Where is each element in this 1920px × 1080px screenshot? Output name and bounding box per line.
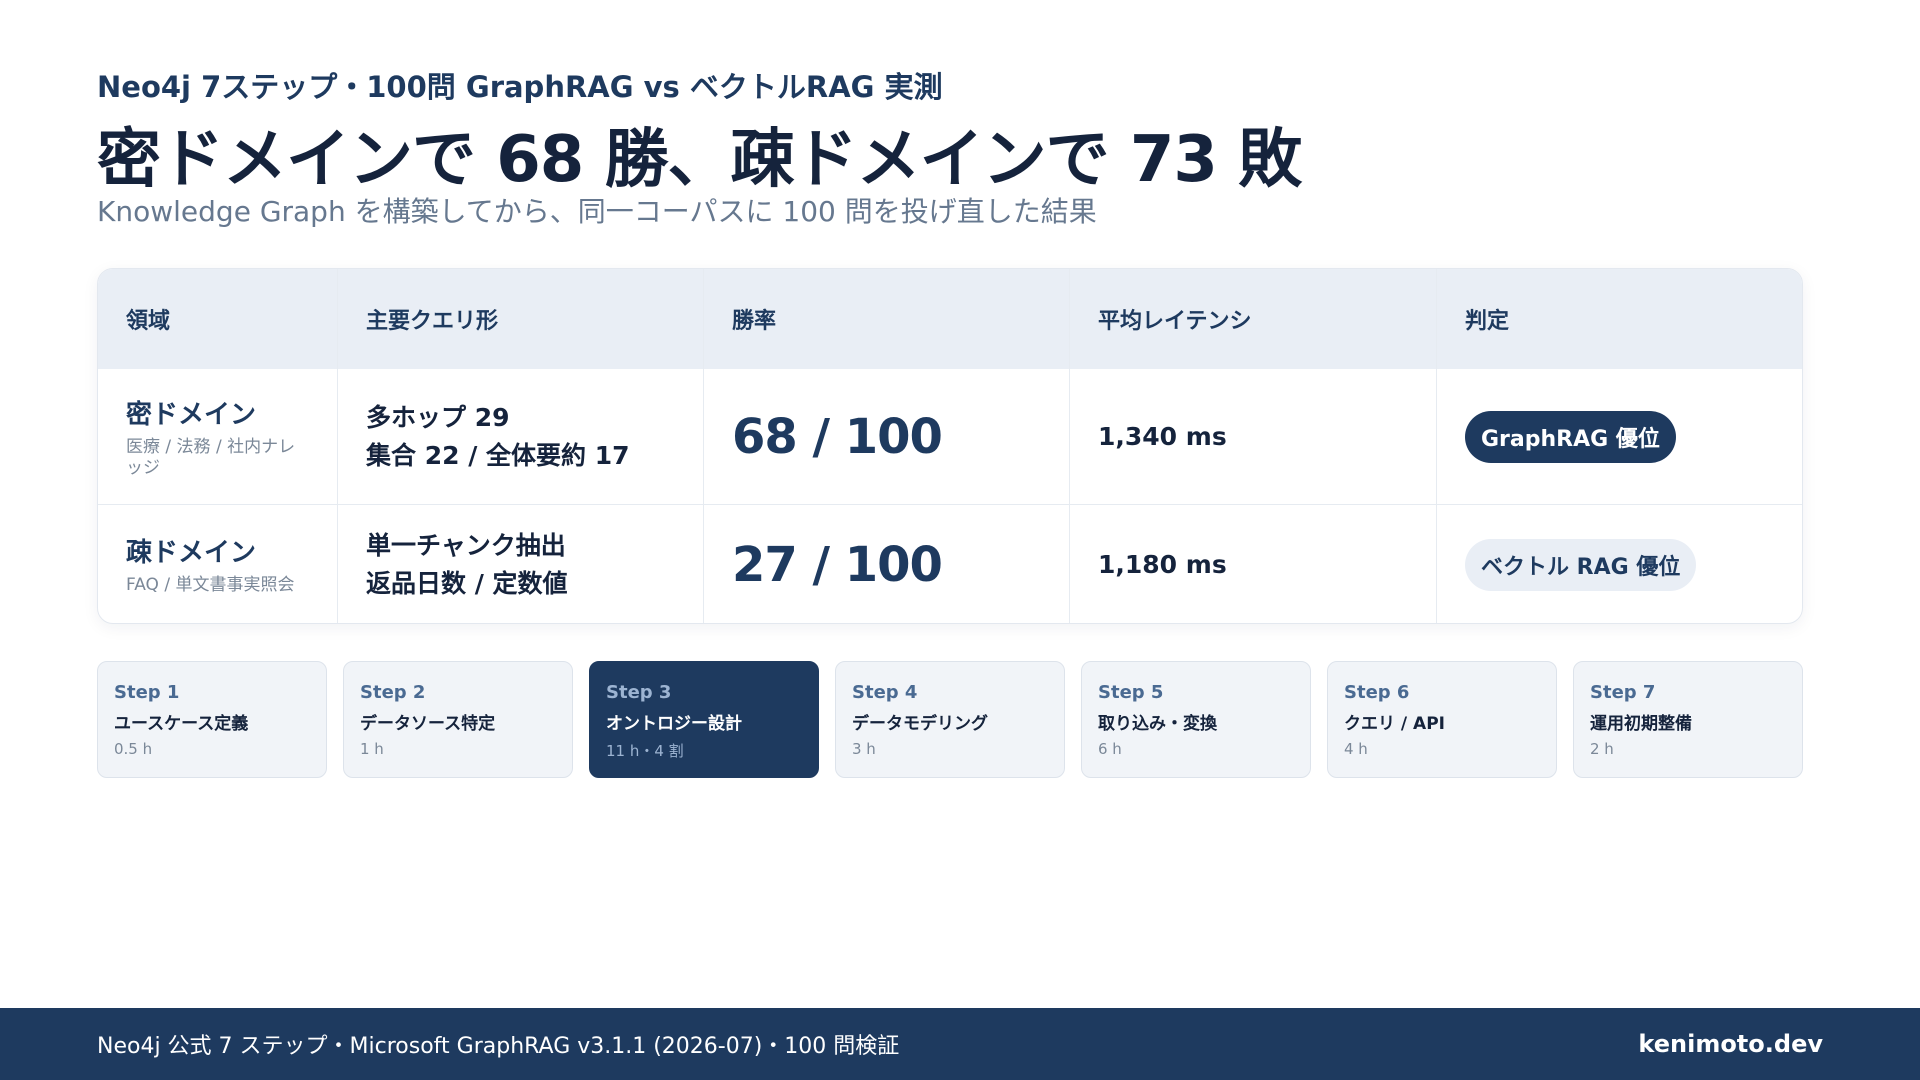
step-card-4: Step 4 データモデリング 3 h <box>835 661 1065 778</box>
query-line: 集合 22 / 全体要約 17 <box>366 440 630 470</box>
eyebrow-title: Neo4j 7ステップ・100問 GraphRAG vs ベクトルRAG 実測 <box>97 70 943 104</box>
step-time: 1 h <box>360 740 384 758</box>
step-number: Step 3 <box>606 682 672 703</box>
verdict-cell: GraphRAG 優位 <box>1437 369 1802 504</box>
query-cell: 単一チャンク抽出 返品日数 / 定数値 <box>338 505 704 623</box>
step-title: 取り込み・変換 <box>1098 714 1217 734</box>
step-title: 運用初期整備 <box>1590 714 1692 734</box>
step-number: Step 2 <box>360 682 426 703</box>
winrate-value: 68 / 100 <box>732 408 943 465</box>
query-cell: 多ホップ 29 集合 22 / 全体要約 17 <box>338 369 704 504</box>
step-card-6: Step 6 クエリ / API 4 h <box>1327 661 1557 778</box>
step-time: 11 h・4 割 <box>606 742 684 760</box>
latency-cell: 1,180 ms <box>1070 505 1437 623</box>
domain-cell: 密ドメイン 医療 / 法務 / 社内ナレッジ <box>98 369 338 504</box>
page-title: 密ドメインで 68 勝、疎ドメインで 73 敗 <box>97 123 1302 197</box>
column-header-latency: 平均レイテンシ <box>1070 269 1437 369</box>
step-card-7: Step 7 運用初期整備 2 h <box>1573 661 1803 778</box>
domain-description: 医療 / 法務 / 社内ナレッジ <box>126 436 296 478</box>
step-title: データソース特定 <box>360 714 496 734</box>
footer-brand: kenimoto.dev <box>1638 1030 1823 1058</box>
table-row: 密ドメイン 医療 / 法務 / 社内ナレッジ 多ホップ 29 集合 22 / 全… <box>98 369 1802 505</box>
verdict-badge: GraphRAG 優位 <box>1465 410 1676 463</box>
step-title: オントロジー設計 <box>606 714 742 734</box>
step-number: Step 5 <box>1098 682 1164 703</box>
domain-description: FAQ / 単文書事実照会 <box>126 575 295 596</box>
step-card-1: Step 1 ユースケース定義 0.5 h <box>97 661 327 778</box>
step-card-2: Step 2 データソース特定 1 h <box>343 661 573 778</box>
step-number: Step 6 <box>1344 682 1410 703</box>
column-header-query: 主要クエリ形 <box>338 269 704 369</box>
step-title: データモデリング <box>852 714 988 734</box>
step-cards: Step 1 ユースケース定義 0.5 h Step 2 データソース特定 1 … <box>97 661 1803 778</box>
winrate-value: 27 / 100 <box>732 536 943 593</box>
page-subtitle: Knowledge Graph を構築してから、同一コーパスに 100 問を投げ… <box>97 195 1097 228</box>
column-header-verdict: 判定 <box>1465 309 1510 334</box>
query-line: 単一チャンク抽出 <box>366 531 566 560</box>
step-time: 6 h <box>1098 740 1122 758</box>
step-number: Step 4 <box>852 682 918 703</box>
footer-source-text: Neo4j 公式 7 ステップ・Microsoft GraphRAG v3.1.… <box>97 1034 900 1059</box>
step-time: 3 h <box>852 740 876 758</box>
step-time: 4 h <box>1344 740 1368 758</box>
step-title: ユースケース定義 <box>114 714 249 734</box>
step-card-3-highlighted: Step 3 オントロジー設計 11 h・4 割 <box>589 661 819 778</box>
table-row: 疎ドメイン FAQ / 単文書事実照会 単一チャンク抽出 返品日数 / 定数値 … <box>98 505 1802 623</box>
latency-value: 1,340 ms <box>1098 422 1227 451</box>
footer-bar: Neo4j 公式 7 ステップ・Microsoft GraphRAG v3.1.… <box>0 1008 1920 1080</box>
table-header-row: 領域 主要クエリ形 勝率 平均レイテンシ 判定 <box>98 269 1802 369</box>
column-header-winrate: 勝率 <box>704 269 1070 369</box>
domain-cell: 疎ドメイン FAQ / 単文書事実照会 <box>98 505 338 623</box>
step-time: 2 h <box>1590 740 1614 758</box>
latency-cell: 1,340 ms <box>1070 369 1437 504</box>
query-line: 多ホップ 29 <box>366 403 510 432</box>
query-line: 返品日数 / 定数値 <box>366 568 568 598</box>
step-time: 0.5 h <box>114 740 153 758</box>
domain-name: 疎ドメイン <box>126 538 257 569</box>
verdict-badge: ベクトル RAG 優位 <box>1465 538 1697 591</box>
column-header-domain: 領域 <box>98 269 338 369</box>
latency-value: 1,180 ms <box>1098 550 1227 579</box>
verdict-cell: ベクトル RAG 優位 <box>1437 505 1802 623</box>
domain-name: 密ドメイン <box>126 399 257 430</box>
comparison-table: 領域 主要クエリ形 勝率 平均レイテンシ 判定 密ドメイン 医療 / 法務 / … <box>97 268 1803 624</box>
step-card-5: Step 5 取り込み・変換 6 h <box>1081 661 1311 778</box>
step-number: Step 1 <box>114 682 180 703</box>
winrate-cell: 68 / 100 <box>704 369 1070 504</box>
winrate-cell: 27 / 100 <box>704 505 1070 623</box>
step-number: Step 7 <box>1590 682 1656 703</box>
step-title: クエリ / API <box>1344 714 1445 734</box>
